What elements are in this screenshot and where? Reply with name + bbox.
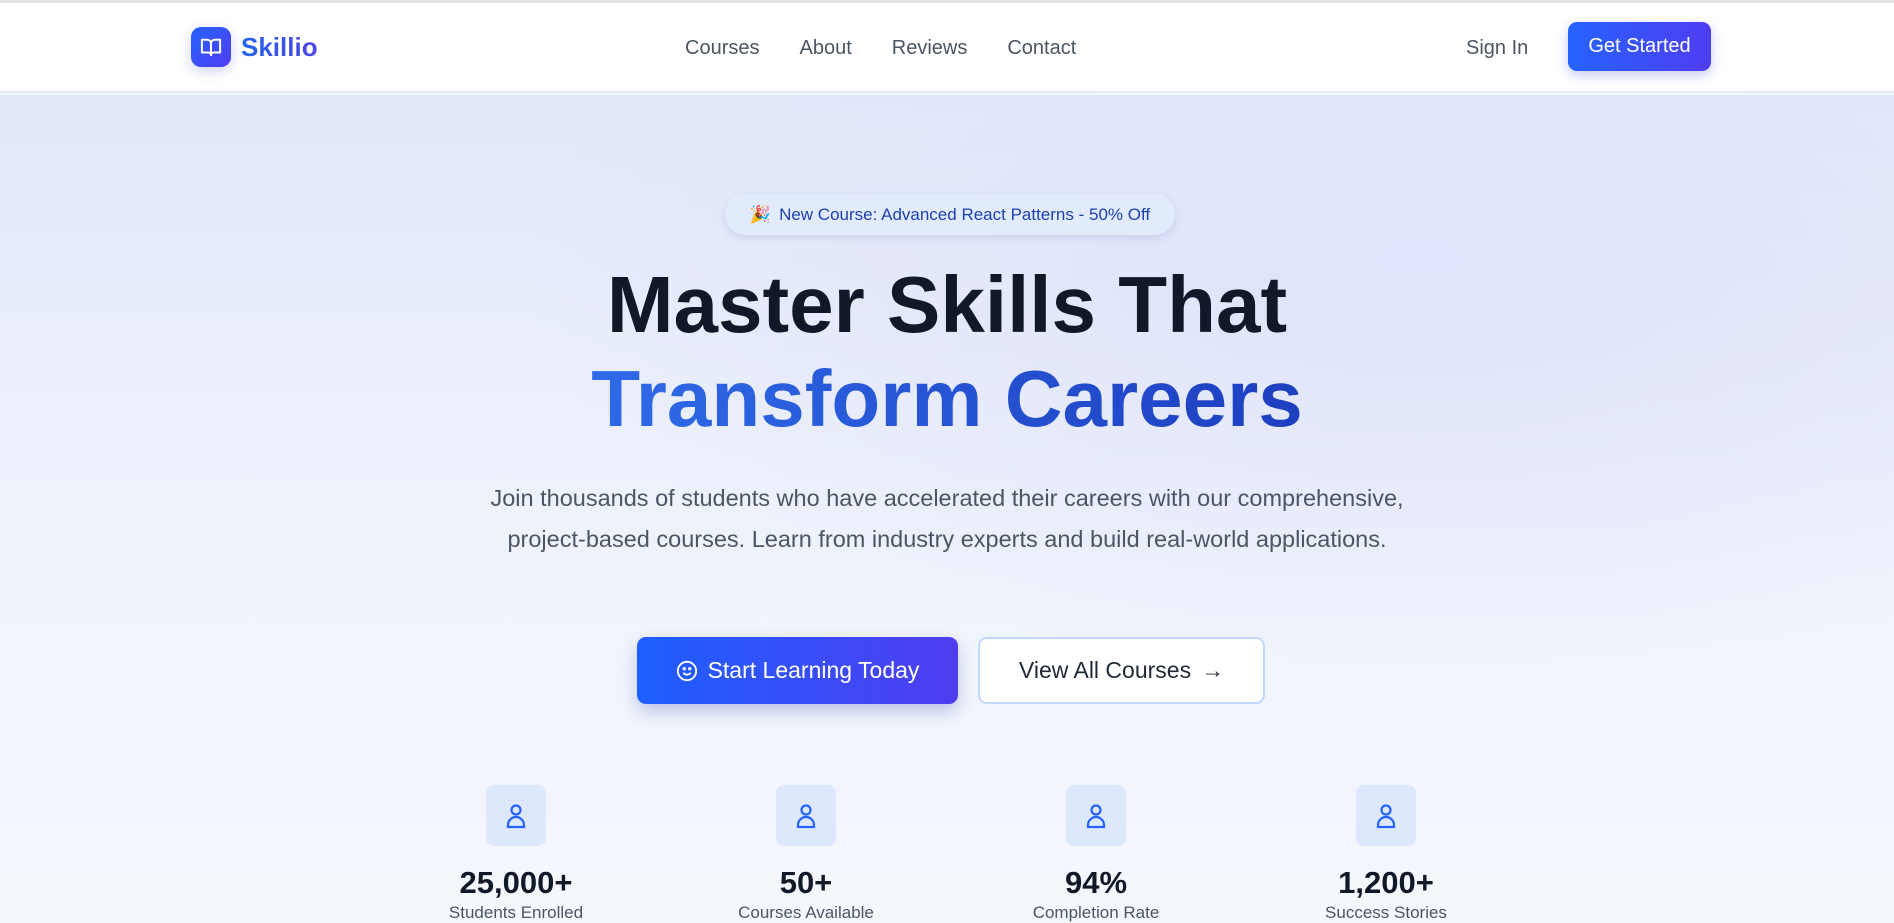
stat-students: 25,000+ Students Enrolled xyxy=(396,785,636,923)
navbar: Skillio Courses About Reviews Contact Si… xyxy=(0,3,1894,93)
start-learning-button[interactable]: Start Learning Today xyxy=(637,637,958,704)
stat-label: Students Enrolled xyxy=(448,903,584,922)
user-icon xyxy=(776,785,836,846)
get-started-button[interactable]: Get Started xyxy=(1568,22,1711,71)
stat-success: 1,200+ Success Stories xyxy=(1266,785,1506,923)
nav-about[interactable]: About xyxy=(799,37,851,60)
stat-value: 1,200+ xyxy=(1338,865,1434,900)
hero-title: Master Skills That Transform Careers xyxy=(0,258,1894,446)
brand-name: Skillio xyxy=(241,31,318,62)
user-icon xyxy=(1066,785,1126,846)
nav-courses[interactable]: Courses xyxy=(685,37,759,60)
stat-courses: 50+ Courses Available xyxy=(686,785,926,923)
book-open-icon xyxy=(191,27,231,67)
logo[interactable]: Skillio xyxy=(191,27,318,67)
promo-badge[interactable]: 🎉 New Course: Advanced React Patterns - … xyxy=(725,194,1175,235)
view-all-courses-button[interactable]: View All Courses → xyxy=(978,637,1265,704)
stat-label: Completion Rate xyxy=(1032,903,1160,922)
stat-completion: 94% Completion Rate xyxy=(976,785,1216,923)
stat-value: 25,000+ xyxy=(459,865,573,900)
view-all-label: View All Courses xyxy=(1018,657,1192,683)
user-icon xyxy=(1356,785,1416,846)
hero-description: Join thousands of students who have acce… xyxy=(490,485,1404,552)
smile-icon xyxy=(676,660,697,681)
nav-reviews[interactable]: Reviews xyxy=(892,37,968,60)
sign-in-link[interactable]: Sign In xyxy=(1466,37,1528,60)
arrow-right-icon: → xyxy=(1201,657,1225,683)
nav-contact[interactable]: Contact xyxy=(1007,37,1076,60)
promo-text: New Course: Advanced React Patterns - 50… xyxy=(779,204,1151,224)
start-learning-label: Start Learning Today xyxy=(707,657,920,683)
stat-value: 50+ xyxy=(779,865,833,900)
stat-value: 94% xyxy=(1064,865,1128,900)
stat-label: Courses Available xyxy=(738,903,874,922)
party-icon: 🎉 xyxy=(749,204,772,224)
stat-label: Success Stories xyxy=(1325,903,1447,922)
title-line-2: Transform Careers xyxy=(591,354,1303,443)
title-line-1: Master Skills That xyxy=(606,260,1288,349)
user-icon xyxy=(486,785,546,846)
